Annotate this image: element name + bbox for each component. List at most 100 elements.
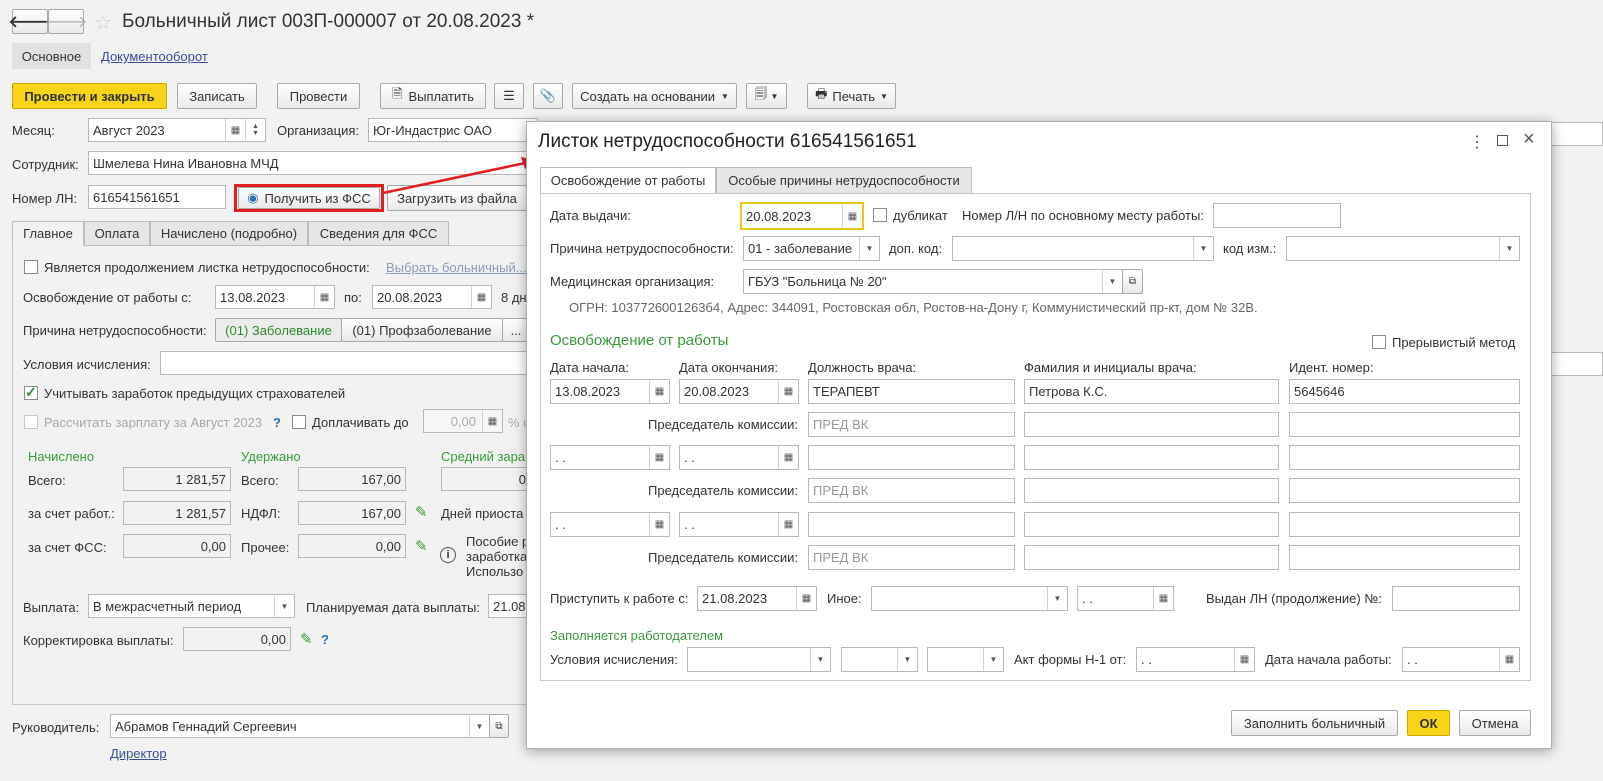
row2-name-field[interactable] <box>1024 445 1279 470</box>
row1-start-field[interactable]: 13.08.2023 ▦ <box>550 379 670 404</box>
pay-up-checkbox[interactable] <box>292 415 306 429</box>
nav-tab-main[interactable]: Основное <box>12 43 91 69</box>
chevron-down-icon[interactable]: ▼ <box>983 648 1003 671</box>
position-link[interactable]: Директор <box>110 746 167 761</box>
calendar-icon[interactable]: ▦ <box>471 286 491 308</box>
row2-position-field[interactable] <box>808 445 1015 470</box>
org-field[interactable]: Юг-Индастрис ОАО <box>368 118 538 142</box>
pencil-icon[interactable]: ✎ <box>415 503 428 521</box>
work-start-field[interactable]: . . ▦ <box>1402 647 1520 672</box>
row3-end-field[interactable]: . . ▦ <box>679 512 799 537</box>
calendar-icon[interactable]: ▦ <box>778 446 798 469</box>
row1-chairman-name-field[interactable] <box>1024 412 1279 437</box>
calendar-icon[interactable]: ▦ <box>649 513 669 536</box>
print-button[interactable]: 🖶 Печать ▼ <box>807 83 896 109</box>
row3-position-field[interactable] <box>808 512 1015 537</box>
row1-position-field[interactable]: ТЕРАПЕВТ <box>808 379 1015 404</box>
row3-start-field[interactable]: . . ▦ <box>550 512 670 537</box>
choose-sick-link[interactable]: Выбрать больничный... <box>386 260 527 275</box>
calendar-icon[interactable]: ▦ <box>649 380 669 403</box>
help-icon[interactable]: ? <box>273 415 281 430</box>
other-select[interactable]: ▼ <box>871 586 1068 611</box>
post-and-close-button[interactable]: Провести и закрыть <box>12 83 167 109</box>
fill-sick-leave-button[interactable]: Заполнить больничный <box>1231 710 1398 736</box>
chevron-down-icon[interactable]: ▼ <box>897 648 917 671</box>
calendar-icon[interactable]: ▦ <box>1499 648 1519 671</box>
back-button[interactable]: 🡐 <box>9 9 51 34</box>
chevron-down-icon[interactable]: ▼ <box>1047 587 1067 610</box>
open-manager-button[interactable]: ⧉ <box>489 714 509 738</box>
pencil-icon[interactable]: ✎ <box>300 630 313 648</box>
chevron-down-icon[interactable]: ▼ <box>810 648 830 671</box>
post-button[interactable]: Провести <box>277 83 360 109</box>
ln-number-field[interactable]: 616541561651 <box>88 185 226 209</box>
tab-accrued-detailed[interactable]: Начислено (подробно) <box>150 221 308 246</box>
chevron-down-icon[interactable]: ▼ <box>1193 237 1213 260</box>
reason-prof-button[interactable]: (01) Профзаболевание <box>341 318 503 342</box>
continuation-checkbox[interactable] <box>24 260 38 274</box>
calendar-icon[interactable]: ▦ <box>225 119 245 141</box>
dlg-tab-release[interactable]: Освобождение от работы <box>540 167 716 194</box>
reason-sick-button[interactable]: (01) Заболевание <box>215 318 342 342</box>
pay-button[interactable]: 🗎 Выплатить <box>380 83 486 109</box>
close-icon[interactable]: × <box>1523 128 1535 151</box>
row3-id-field[interactable] <box>1289 512 1520 537</box>
forward-button[interactable]: 🡒 <box>45 9 87 34</box>
issued-cont-field[interactable] <box>1392 586 1520 611</box>
calc-cond-field[interactable] <box>160 351 530 375</box>
row3-chairman-field[interactable]: ПРЕД ВК <box>808 545 1015 570</box>
calendar-icon[interactable]: ▦ <box>796 587 816 610</box>
row2-chairman-id-field[interactable] <box>1289 478 1520 503</box>
calendar-icon[interactable]: ▦ <box>1153 587 1173 610</box>
other-date-field[interactable]: . . ▦ <box>1077 586 1174 611</box>
row2-chairman-name-field[interactable] <box>1024 478 1279 503</box>
tab-main[interactable]: Главное <box>12 221 84 246</box>
tab-payment[interactable]: Оплата <box>84 221 150 246</box>
pencil-icon[interactable]: ✎ <box>415 537 428 555</box>
release-from-field[interactable]: 13.08.2023 ▦ <box>215 285 335 309</box>
act-date-field[interactable]: . . ▦ <box>1136 647 1255 672</box>
create-based-button[interactable]: Создать на основании ▼ <box>572 83 737 109</box>
register-button[interactable]: ☰ <box>494 83 524 109</box>
row2-end-field[interactable]: . . ▦ <box>679 445 799 470</box>
duplicate-checkbox[interactable] <box>873 208 887 222</box>
row1-id-field[interactable]: 5645646 <box>1289 379 1520 404</box>
return-date-field[interactable]: 21.08.2023 ▦ <box>697 586 817 611</box>
prev-insurers-checkbox[interactable] <box>24 384 38 401</box>
row3-chairman-name-field[interactable] <box>1024 545 1279 570</box>
nav-tab-docflow[interactable]: Документооборот <box>101 49 208 64</box>
pay-up-field[interactable]: 0,00 ▦ <box>423 409 503 433</box>
attach-button[interactable]: 📎 <box>533 83 563 109</box>
intermittent-checkbox[interactable] <box>1372 335 1386 349</box>
calendar-icon[interactable]: ▦ <box>778 513 798 536</box>
chevron-down-icon[interactable]: ▼ <box>1102 270 1122 293</box>
ok-button[interactable]: ОК <box>1407 710 1450 736</box>
correction-field[interactable]: 0,00 <box>183 627 291 651</box>
add-code-select[interactable]: ▼ <box>952 236 1214 261</box>
help-icon[interactable]: ? <box>321 632 329 647</box>
calendar-icon[interactable]: ▦ <box>842 204 862 228</box>
row1-chairman-field[interactable]: ПРЕД ВК <box>808 412 1015 437</box>
manager-field[interactable]: Абрамов Геннадий Сергеевич ▼ <box>110 714 490 738</box>
chevron-down-icon[interactable]: ▼ <box>274 595 294 617</box>
dlg-tab-special[interactable]: Особые причины нетрудоспособности <box>716 167 972 194</box>
more-icon[interactable]: ⋮ <box>1469 132 1485 152</box>
calc-cond-select-1[interactable]: ▼ <box>687 647 831 672</box>
calendar-icon[interactable]: ▦ <box>314 286 334 308</box>
tab-fss-info[interactable]: Сведения для ФСС <box>308 221 449 246</box>
planned-date-field[interactable]: 21.08 <box>488 594 530 618</box>
cancel-button[interactable]: Отмена <box>1459 710 1531 736</box>
row2-chairman-field[interactable]: ПРЕД ВК <box>808 478 1015 503</box>
chevron-down-icon[interactable]: ▼ <box>1499 237 1519 260</box>
row3-name-field[interactable] <box>1024 512 1279 537</box>
calc-cond-select-3[interactable]: ▼ <box>927 647 1004 672</box>
row1-name-field[interactable]: Петрова К.С. <box>1024 379 1279 404</box>
related-docs-button[interactable]: 🗐 ▼ <box>746 83 787 109</box>
calc-cond-select-2[interactable]: ▼ <box>841 647 918 672</box>
save-button[interactable]: Записать <box>177 83 257 109</box>
get-from-fss-button[interactable]: ◉ Получить из ФСС <box>238 187 380 209</box>
star-icon[interactable]: ☆ <box>94 10 112 35</box>
month-field[interactable]: Август 2023 ▲ ▼ ▦ <box>88 118 266 142</box>
row1-chairman-id-field[interactable] <box>1289 412 1520 437</box>
dlg-reason-select[interactable]: 01 - заболевание ▼ <box>743 236 880 261</box>
